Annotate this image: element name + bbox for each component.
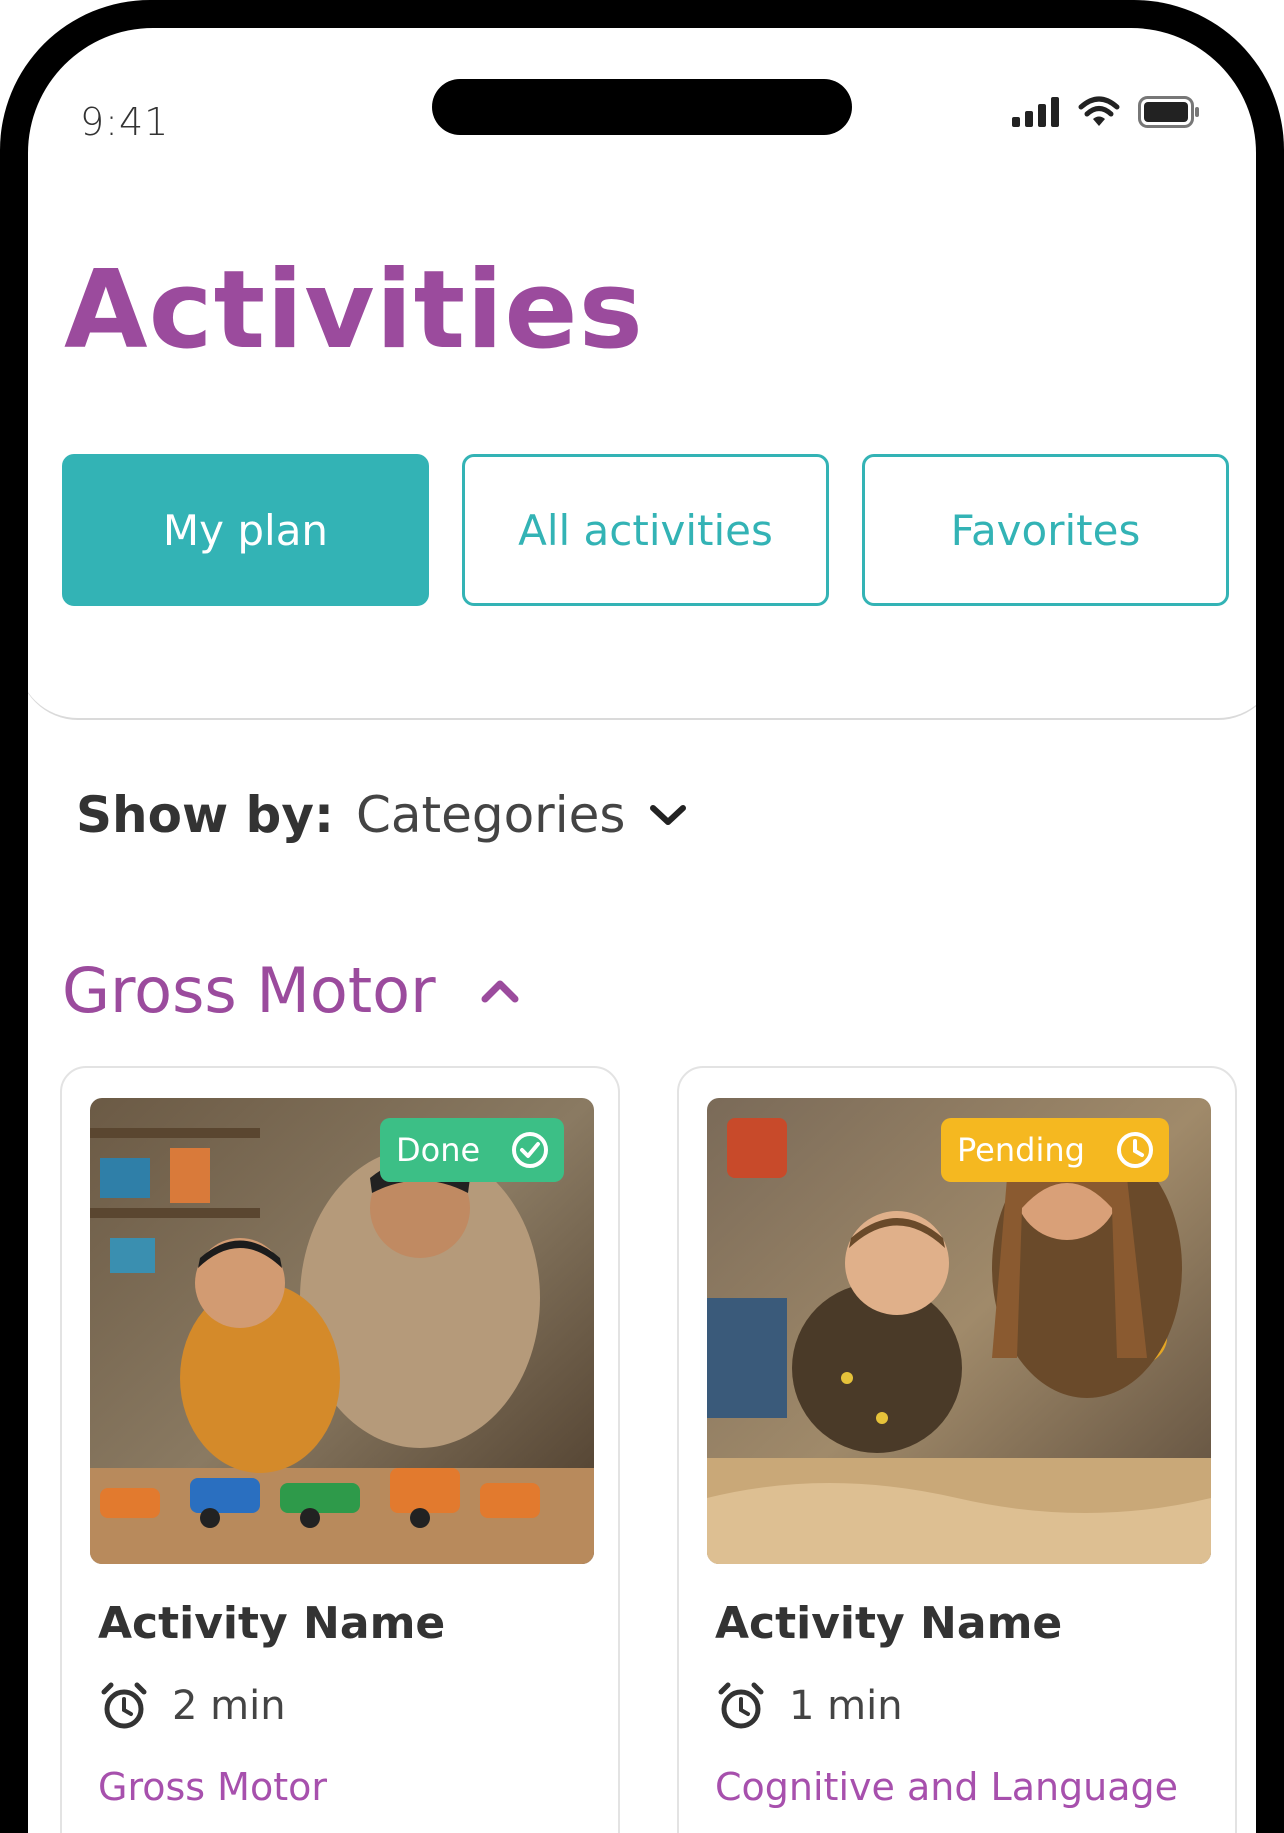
- activity-duration-value: 1 min: [789, 1683, 903, 1729]
- show-by-label: Show by:: [76, 786, 334, 844]
- activity-photo: Pending: [707, 1098, 1211, 1564]
- tab-bar: My plan All activities Favorites: [62, 454, 1229, 606]
- activity-name: Activity Name: [715, 1598, 1063, 1649]
- alarm-clock-icon: [101, 1682, 147, 1729]
- activity-category: Gross Motor: [98, 1765, 327, 1809]
- activity-category: Cognitive and Language Skills: [715, 1765, 1179, 1833]
- status-badge-label: Pending: [957, 1131, 1085, 1169]
- activity-photo: Done: [90, 1098, 594, 1564]
- wifi-icon: [1078, 96, 1120, 126]
- activity-duration: 1 min: [715, 1680, 903, 1732]
- tab-my-plan[interactable]: My plan: [62, 454, 429, 606]
- status-icons: [1012, 96, 1200, 128]
- tab-favorites[interactable]: Favorites: [862, 454, 1229, 606]
- battery-icon: [1138, 96, 1199, 128]
- section-title: Gross Motor: [62, 954, 436, 1027]
- dynamic-island: [432, 79, 852, 135]
- activity-name: Activity Name: [98, 1598, 446, 1649]
- activity-card[interactable]: Pending Activity Name 1 min Cognitive an: [677, 1066, 1237, 1833]
- chevron-up-icon: [481, 980, 519, 1002]
- status-badge-pending: Pending: [941, 1118, 1169, 1182]
- screen: 9:41 Activities My plan All activities F…: [28, 28, 1256, 1833]
- page-title: Activities: [64, 248, 644, 373]
- activity-duration: 2 min: [98, 1680, 286, 1732]
- check-circle-icon: [512, 1132, 549, 1168]
- section-header-gross-motor[interactable]: Gross Motor: [62, 954, 520, 1027]
- status-badge-label: Done: [396, 1131, 481, 1169]
- show-by-value: Categories: [355, 786, 626, 844]
- alarm-clock-icon: [718, 1682, 764, 1729]
- activity-card[interactable]: Done Activity Name 2 min Gross Motor: [60, 1066, 620, 1833]
- chevron-down-icon: [650, 805, 687, 825]
- status-badge-done: Done: [380, 1118, 565, 1182]
- clock-icon: [1116, 1132, 1153, 1168]
- activity-duration-value: 2 min: [172, 1683, 286, 1729]
- phone-frame: 9:41 Activities My plan All activities F…: [0, 0, 1284, 1833]
- tab-all-activities[interactable]: All activities: [462, 454, 829, 606]
- status-time: 9:41: [80, 100, 170, 144]
- show-by-dropdown[interactable]: Show by: Categories: [76, 786, 687, 844]
- signal-icon: [1012, 97, 1059, 127]
- header-divider: [28, 648, 1256, 720]
